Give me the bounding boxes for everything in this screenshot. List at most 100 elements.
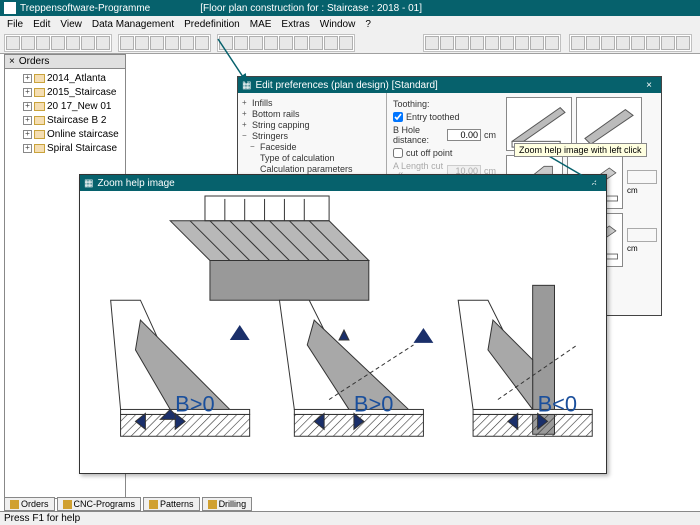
expand-icon[interactable]: +: [23, 116, 32, 125]
toolbar-button[interactable]: [646, 36, 660, 50]
tab-cnc[interactable]: CNC-Programs: [57, 497, 142, 511]
tree-item[interactable]: +2014_Atlanta: [9, 71, 123, 85]
toolbar-button[interactable]: [425, 36, 439, 50]
toolbar-button[interactable]: [440, 36, 454, 50]
expand-icon[interactable]: +: [23, 74, 32, 83]
tree-label: Spiral Staircase: [47, 143, 117, 154]
tree-item[interactable]: +2015_Staircase: [9, 85, 123, 99]
folder-icon: [149, 500, 158, 509]
toolbar-button[interactable]: [21, 36, 35, 50]
toothing-label: Toothing:: [393, 99, 496, 109]
toolbar-button[interactable]: [571, 36, 585, 50]
tree-label: Staircase B 2: [47, 115, 106, 126]
toolbar-button[interactable]: [455, 36, 469, 50]
tree-item[interactable]: −Faceside: [242, 141, 382, 152]
tree-item[interactable]: +Bottom rails: [242, 108, 382, 119]
toolbar-button[interactable]: [249, 36, 263, 50]
tree-item[interactable]: + Spiral Staircase: [9, 141, 123, 155]
tab-drilling[interactable]: Drilling: [202, 497, 253, 511]
tree-item[interactable]: +Infills: [242, 97, 382, 108]
menu-predefinition[interactable]: Predefinition: [181, 19, 243, 30]
thumb-value[interactable]: [627, 228, 657, 242]
toolbar-button[interactable]: [515, 36, 529, 50]
toolbar-button[interactable]: [195, 36, 209, 50]
unit-label: cm: [627, 186, 657, 195]
toolbar-button[interactable]: [586, 36, 600, 50]
toolbar-button[interactable]: [339, 36, 353, 50]
tree-item[interactable]: −Stringers: [242, 130, 382, 141]
toolbar-button[interactable]: [545, 36, 559, 50]
menu-window[interactable]: Window: [317, 19, 359, 30]
close-button[interactable]: ×: [586, 178, 602, 189]
toolbar-button[interactable]: [165, 36, 179, 50]
toolbar-button[interactable]: [264, 36, 278, 50]
collapse-icon[interactable]: −: [250, 142, 257, 151]
expand-icon[interactable]: +: [23, 88, 32, 97]
toolbar-button[interactable]: [120, 36, 134, 50]
menu-file[interactable]: File: [4, 19, 26, 30]
document-title: [Floor plan construction for : Staircase…: [200, 3, 422, 14]
toolbar-button[interactable]: [676, 36, 690, 50]
folder-icon: [34, 116, 45, 125]
toolbar-button[interactable]: [36, 36, 50, 50]
close-button[interactable]: ×: [641, 80, 657, 91]
toolbar-group-3: [217, 34, 355, 52]
toolbar-button[interactable]: [150, 36, 164, 50]
tree-item[interactable]: + Staircase B 2: [9, 113, 123, 127]
menu-edit[interactable]: Edit: [30, 19, 53, 30]
bhole-input[interactable]: [447, 129, 481, 141]
toolbar-button[interactable]: [66, 36, 80, 50]
toolbar-button[interactable]: [485, 36, 499, 50]
expand-icon[interactable]: +: [23, 102, 32, 111]
menu-data-management[interactable]: Data Management: [89, 19, 177, 30]
toolbar-button[interactable]: [324, 36, 338, 50]
toolbar-button[interactable]: [219, 36, 233, 50]
toolbar-button[interactable]: [601, 36, 615, 50]
toolbar-button[interactable]: [470, 36, 484, 50]
menu-extras[interactable]: Extras: [278, 19, 312, 30]
tree-item[interactable]: Type of calculation: [242, 152, 382, 163]
toolbar-button[interactable]: [294, 36, 308, 50]
toolbar-button[interactable]: [96, 36, 110, 50]
toolbar-button[interactable]: [135, 36, 149, 50]
toolbar-right: [423, 34, 696, 52]
toolbar-button[interactable]: [51, 36, 65, 50]
entry-toothed-checkbox[interactable]: [393, 112, 403, 122]
tree-item[interactable]: +String capping: [242, 119, 382, 130]
collapse-icon[interactable]: −: [242, 131, 249, 140]
toolbar-button[interactable]: [616, 36, 630, 50]
thumb-value[interactable]: [627, 170, 657, 184]
zoom-titlebar[interactable]: ▦Zoom help image ×: [80, 175, 606, 191]
toolbar-button[interactable]: [530, 36, 544, 50]
folder-icon: [208, 500, 217, 509]
toolbar-button[interactable]: [6, 36, 20, 50]
expand-icon[interactable]: +: [242, 109, 249, 118]
b-label: B>0: [354, 391, 393, 416]
zoom-help-dialog: ▦Zoom help image ×: [79, 174, 607, 474]
toolbar-button[interactable]: [500, 36, 514, 50]
tree-item[interactable]: +20 17_New 01: [9, 99, 123, 113]
tree-item[interactable]: Calculation parameters: [242, 163, 382, 174]
expand-icon[interactable]: +: [23, 144, 32, 153]
prefs-titlebar[interactable]: ▦Edit preferences (plan design) [Standar…: [238, 77, 661, 93]
toolbar-button[interactable]: [279, 36, 293, 50]
menu-mae[interactable]: MAE: [247, 19, 275, 30]
tree-item[interactable]: +Online staircase: [9, 127, 123, 141]
expand-icon[interactable]: +: [23, 130, 32, 139]
folder-icon: [10, 500, 19, 509]
close-icon[interactable]: ×: [9, 56, 15, 67]
expand-icon[interactable]: +: [242, 98, 249, 107]
toolbar-button[interactable]: [661, 36, 675, 50]
tab-patterns[interactable]: Patterns: [143, 497, 200, 511]
toolbar-button[interactable]: [309, 36, 323, 50]
toolbar-button[interactable]: [180, 36, 194, 50]
toolbar-button[interactable]: [81, 36, 95, 50]
cutoff-checkbox[interactable]: [393, 148, 403, 158]
menu-view[interactable]: View: [57, 19, 85, 30]
toolbar-button[interactable]: [234, 36, 248, 50]
menu-help[interactable]: ?: [362, 19, 374, 30]
expand-icon[interactable]: +: [242, 120, 249, 129]
tab-orders[interactable]: Orders: [4, 497, 55, 511]
toolbar-button[interactable]: [631, 36, 645, 50]
zoom-body[interactable]: B>0 B>0 B<0: [80, 191, 606, 473]
